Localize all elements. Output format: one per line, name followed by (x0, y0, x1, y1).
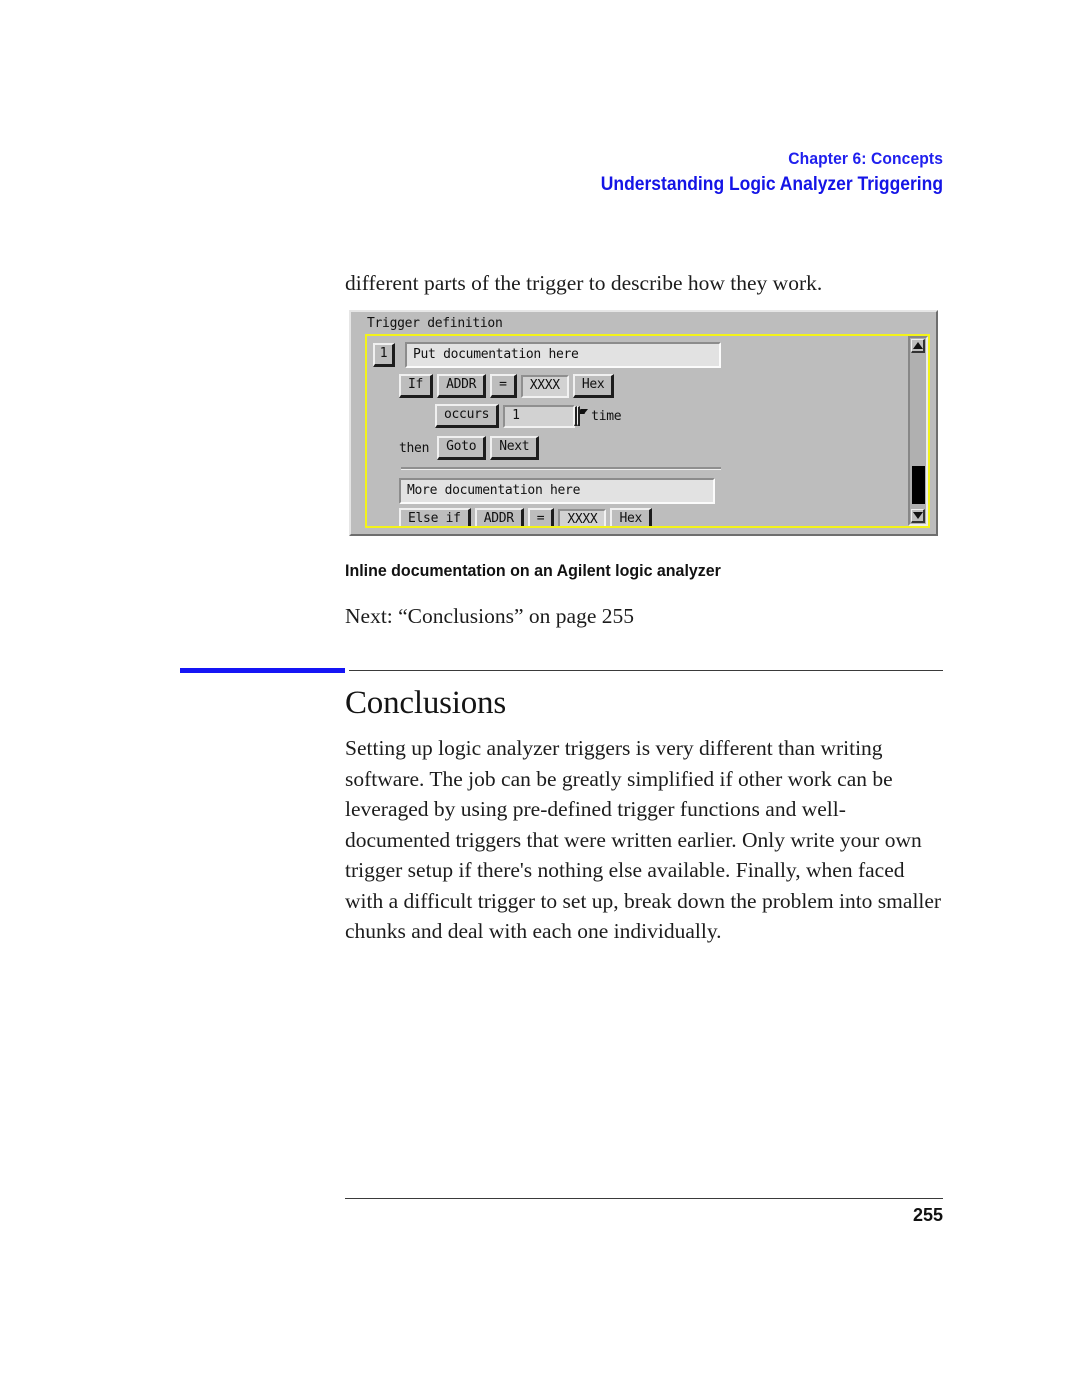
trigger-sequence-area: 1 Put documentation here If ADDR = XXXX … (367, 336, 906, 526)
trigger-state-row-1: 1 Put documentation here (373, 342, 721, 368)
if-base-button[interactable]: Hex (572, 374, 615, 398)
else-if-value-field[interactable]: XXXX (558, 508, 607, 526)
else-if-condition-row: Else if ADDR = XXXX Hex (399, 508, 653, 526)
else-if-base-button[interactable]: Hex (610, 508, 653, 526)
section-divider (401, 467, 721, 470)
else-if-button[interactable]: Else if (399, 508, 471, 526)
header-topic-label: Understanding Logic Analyzer Triggering (600, 174, 943, 195)
section-divider-rule (349, 670, 943, 671)
figure-caption: Inline documentation on an Agilent logic… (345, 561, 721, 580)
goto-button-1[interactable]: Goto (437, 436, 487, 460)
then-action-row-1: then Goto Next (399, 436, 540, 460)
page-number: 255 (912, 1205, 943, 1225)
if-resource-button[interactable]: ADDR (437, 374, 487, 398)
else-if-resource-button[interactable]: ADDR (474, 508, 524, 526)
goto-target-button-1[interactable]: Next (490, 436, 540, 460)
trigger-vertical-scrollbar[interactable] (908, 336, 928, 526)
if-value-field[interactable]: XXXX (520, 374, 569, 398)
if-button[interactable]: If (399, 374, 434, 398)
header-chapter-label: Chapter 6: Concepts (788, 149, 943, 168)
trigger-definition-figure: Trigger definition 1 Put documentation h… (349, 310, 938, 536)
occurs-unit-label: time (591, 408, 622, 424)
documentation-field-1[interactable]: Put documentation here (405, 342, 721, 368)
documentation-field-2[interactable]: More documentation here (399, 478, 715, 504)
trigger-definition-title: Trigger definition (367, 316, 503, 331)
if-operator-button[interactable]: = (490, 374, 517, 398)
occurs-count-stepper[interactable] (574, 406, 587, 426)
occurs-button[interactable]: occurs (435, 404, 500, 428)
else-if-operator-button[interactable]: = (527, 508, 555, 526)
occurs-row: occurs 1 time (435, 404, 625, 428)
then-label-1: then (399, 440, 430, 456)
next-topic-line: Next: “Conclusions” on page 255 (345, 604, 635, 628)
if-condition-row: If ADDR = XXXX Hex (399, 374, 615, 398)
state-number-button[interactable]: 1 (373, 343, 395, 367)
section-heading: Conclusions (345, 685, 506, 721)
trigger-state-row-2: More documentation here (399, 478, 715, 504)
stepper-down-icon[interactable] (577, 406, 581, 426)
section-paragraph: Setting up logic analyzer triggers is ve… (345, 736, 942, 943)
scrollbar-thumb[interactable] (912, 466, 925, 504)
footer-rule (345, 1198, 943, 1199)
scroll-down-arrow-icon[interactable] (911, 509, 925, 523)
section-accent-rule (180, 668, 345, 673)
scroll-up-arrow-icon[interactable] (911, 339, 925, 353)
page-header: Chapter 6: Concepts Understanding Logic … (180, 148, 943, 198)
intro-paragraph: different parts of the trigger to descri… (345, 271, 823, 295)
trigger-definition-canvas: 1 Put documentation here If ADDR = XXXX … (365, 334, 930, 528)
occurs-count-field[interactable]: 1 (503, 404, 576, 428)
